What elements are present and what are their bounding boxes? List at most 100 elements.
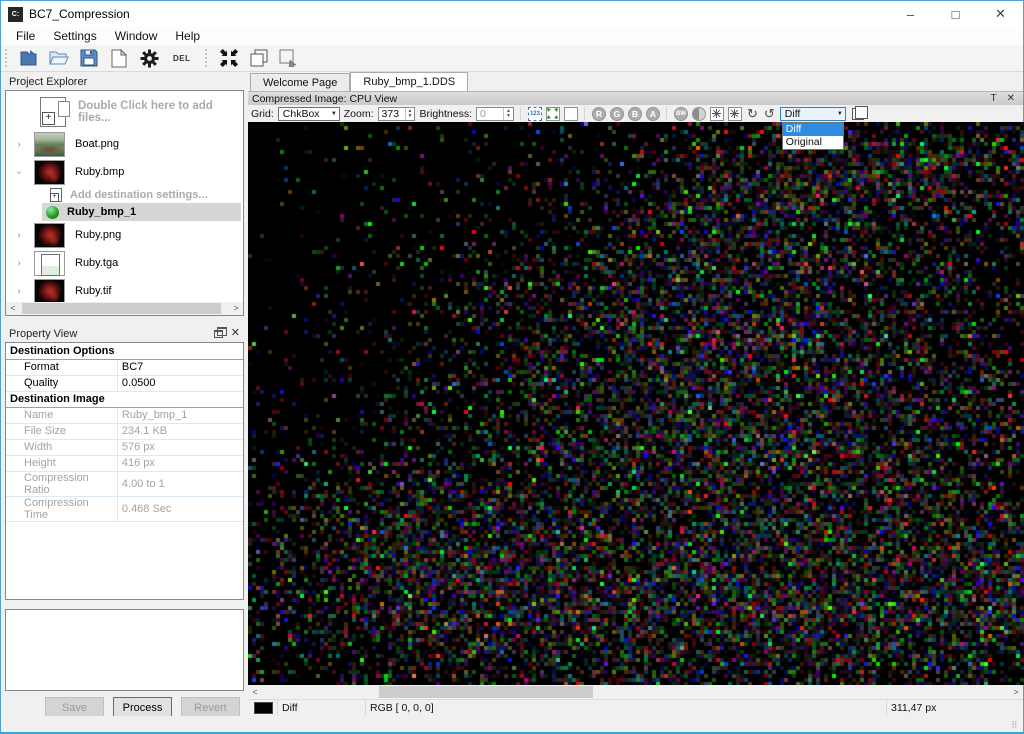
maximize-button[interactable]: □ bbox=[933, 1, 978, 27]
ruby-tif-thumbnail bbox=[34, 278, 65, 302]
invert-button[interactable] bbox=[691, 106, 706, 121]
scroll-left-icon[interactable]: < bbox=[248, 686, 262, 699]
project-explorer-title: Project Explorer bbox=[9, 75, 88, 88]
menu-help[interactable]: Help bbox=[166, 28, 209, 44]
resize-grip-icon[interactable]: ⠿ bbox=[1011, 720, 1021, 730]
open-project-button[interactable] bbox=[17, 47, 41, 69]
copy-image-button[interactable] bbox=[247, 47, 271, 69]
add-settings-icon bbox=[50, 187, 62, 202]
property-view-header: Property View ✕ bbox=[5, 325, 248, 342]
zoom-spinner[interactable]: 373 ▲ ▼ bbox=[377, 106, 416, 121]
diff-image-canvas[interactable] bbox=[248, 122, 1024, 685]
delete-button[interactable]: DEL bbox=[167, 54, 197, 63]
scroll-left-icon[interactable]: < bbox=[6, 302, 20, 315]
tree-item-ruby-bmp[interactable]: › Ruby.bmp bbox=[6, 158, 243, 186]
tree-rows: Double Click here to add files... › Boat… bbox=[6, 91, 243, 302]
view-title: Compressed Image: CPU View bbox=[252, 92, 398, 105]
chevron-right-icon[interactable]: › bbox=[12, 286, 26, 297]
message-box bbox=[5, 609, 244, 691]
view-toggle-button[interactable]: T bbox=[991, 93, 997, 104]
tree-item-ruby-png[interactable]: › Ruby.png bbox=[6, 221, 243, 249]
folder-arrow-icon bbox=[20, 50, 37, 66]
tree-item-add-destination[interactable]: Add destination settings... bbox=[6, 186, 243, 203]
grayscale-button[interactable]: BW bbox=[673, 106, 688, 121]
tree-item-ruby-bmp-1[interactable]: Ruby_bmp_1 bbox=[42, 203, 241, 221]
snowflake-button-1[interactable] bbox=[709, 106, 724, 121]
dropdown-option-diff[interactable]: Diff bbox=[782, 122, 843, 136]
new-file-button[interactable] bbox=[107, 47, 131, 69]
section-header: Destination Options bbox=[6, 343, 243, 360]
project-explorer-header: Project Explorer bbox=[5, 73, 248, 90]
horizontal-scrollbar[interactable]: < > bbox=[248, 685, 1023, 699]
compress-arrows-icon bbox=[219, 49, 238, 67]
status-bar: Diff RGB [ 0, 0, 0] 311,47 px bbox=[248, 699, 1023, 716]
status-rgb: RGB [ 0, 0, 0] bbox=[366, 700, 887, 716]
red-channel-button[interactable]: R bbox=[591, 106, 606, 121]
close-panel-icon[interactable]: ✕ bbox=[231, 328, 240, 339]
minimize-button[interactable]: – bbox=[888, 1, 933, 27]
select-region-button[interactable] bbox=[277, 47, 301, 69]
save-button[interactable] bbox=[77, 47, 101, 69]
add-files-hint: Double Click here to add files... bbox=[78, 100, 213, 124]
blue-channel-button[interactable]: B bbox=[627, 106, 642, 121]
spin-down-icon[interactable]: ▼ bbox=[504, 113, 513, 119]
tree-item-label: Boat.png bbox=[75, 138, 120, 150]
copy-view-button[interactable] bbox=[851, 105, 868, 120]
view-close-button[interactable]: ✕ bbox=[1007, 93, 1015, 104]
background-color-button[interactable] bbox=[563, 106, 578, 121]
scrollbar-thumb[interactable] bbox=[379, 686, 593, 698]
tree-item-label: Ruby.bmp bbox=[75, 166, 125, 178]
property-value[interactable]: BC7 bbox=[116, 359, 243, 376]
open-folder-button[interactable] bbox=[47, 47, 71, 69]
spin-down-icon[interactable]: ▼ bbox=[406, 113, 415, 119]
tab-welcome-page[interactable]: Welcome Page bbox=[250, 73, 351, 91]
menu-file[interactable]: File bbox=[7, 28, 44, 44]
fit-to-window-button[interactable] bbox=[545, 106, 560, 121]
tab-ruby-bmp-1-dds[interactable]: Ruby_bmp_1.DDS bbox=[350, 72, 469, 91]
snowflake-button-2[interactable] bbox=[727, 106, 742, 121]
tree-item-ruby-tif[interactable]: › Ruby.tif bbox=[6, 277, 243, 302]
tree-item-boat-png[interactable]: › Boat.png bbox=[6, 130, 243, 158]
block-values-button[interactable]: 123 bbox=[527, 106, 542, 121]
scrollbar-thumb[interactable] bbox=[22, 303, 221, 314]
zoom-label: Zoom: bbox=[343, 107, 374, 120]
close-button[interactable]: ✕ bbox=[978, 1, 1023, 27]
chevron-down-icon[interactable]: › bbox=[14, 165, 25, 179]
property-value: 0.468 Sec bbox=[116, 496, 243, 522]
tree-item-ruby-tga[interactable]: › Ruby.tga bbox=[6, 249, 243, 277]
menu-window[interactable]: Window bbox=[106, 28, 167, 44]
settings-button[interactable] bbox=[137, 47, 161, 69]
open-folder-icon bbox=[49, 51, 69, 65]
property-label: Compression Ratio bbox=[6, 471, 118, 497]
tree-horizontal-scrollbar[interactable]: < > bbox=[6, 302, 243, 315]
tree-item-add-files[interactable]: Double Click here to add files... bbox=[6, 94, 243, 130]
copy-icon bbox=[250, 49, 267, 67]
rotate-right-button[interactable]: ↻ bbox=[746, 107, 759, 120]
compress-button[interactable] bbox=[217, 47, 241, 69]
grid-dropdown[interactable]: ChkBox ▼ bbox=[277, 106, 340, 121]
scroll-right-icon[interactable]: > bbox=[229, 302, 243, 315]
rotate-left-button[interactable]: ↺ bbox=[763, 107, 776, 120]
dropdown-option-original[interactable]: Original bbox=[783, 136, 843, 149]
green-channel-button[interactable]: G bbox=[609, 106, 624, 121]
menu-settings[interactable]: Settings bbox=[44, 28, 105, 44]
property-value[interactable]: 0.0500 bbox=[116, 375, 243, 392]
tab-bar: Welcome Page Ruby_bmp_1.DDS bbox=[248, 72, 1023, 91]
green-sphere-icon bbox=[46, 205, 59, 219]
property-value: Ruby_bmp_1 bbox=[116, 407, 243, 424]
chevron-right-icon[interactable]: › bbox=[12, 139, 26, 150]
alpha-channel-button[interactable]: A bbox=[645, 106, 660, 121]
property-value: 416 px bbox=[116, 455, 243, 472]
status-mode: Diff bbox=[278, 700, 366, 716]
process-button[interactable]: Process bbox=[113, 697, 172, 718]
view-mode-dropdown[interactable]: Diff ▼ bbox=[779, 106, 846, 121]
property-label: Width bbox=[6, 439, 118, 456]
scroll-right-icon[interactable]: > bbox=[1009, 686, 1023, 699]
float-panel-icon[interactable] bbox=[213, 326, 227, 338]
view-mode-combo-wrap: Diff ▼ Diff Original bbox=[779, 106, 846, 150]
brightness-spinner[interactable]: 0 ▲ ▼ bbox=[476, 106, 514, 121]
chevron-right-icon[interactable]: › bbox=[12, 258, 26, 269]
property-table-box: Destination Options Format BC7 Quality 0… bbox=[5, 342, 244, 600]
chevron-right-icon[interactable]: › bbox=[12, 230, 26, 241]
window-title: BC7_Compression bbox=[29, 7, 130, 21]
